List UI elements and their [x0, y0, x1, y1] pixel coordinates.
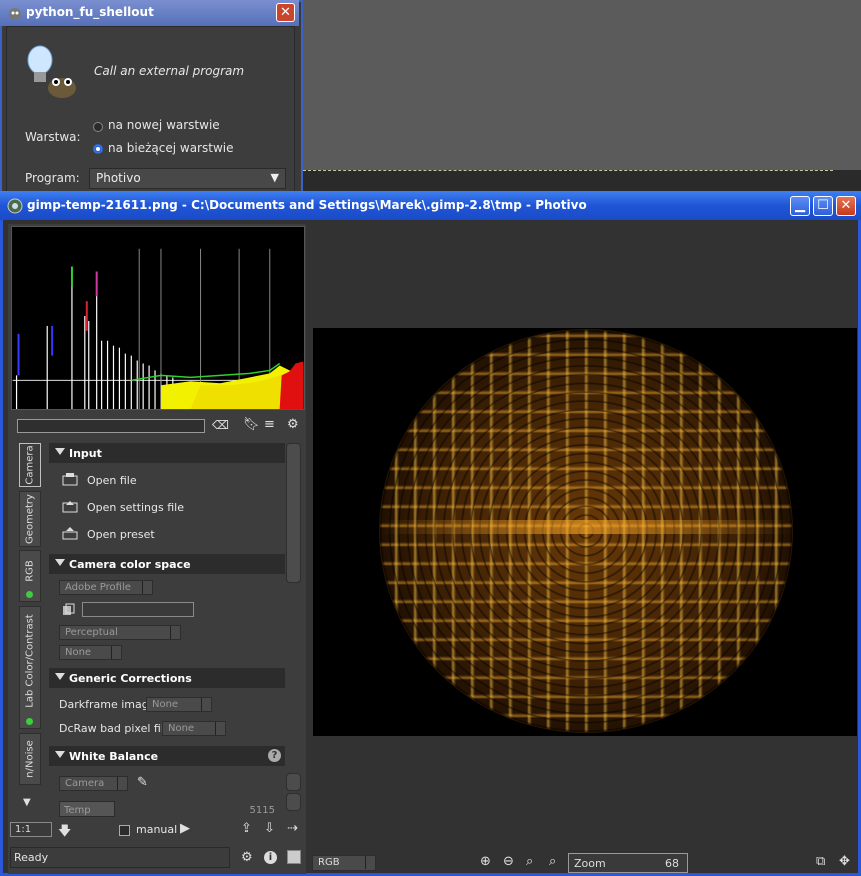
open-preset-button[interactable]: Open preset [87, 528, 155, 541]
bookmark-icon[interactable]: 🔖︎ [243, 417, 260, 432]
panel-scrollbar-thumb[interactable] [286, 443, 301, 583]
tab-camera[interactable]: Camera [19, 443, 41, 487]
menu-icon[interactable]: ≡ [264, 417, 275, 432]
badpixel-label: DcRaw bad pixel file [59, 722, 171, 735]
open-file-button[interactable]: Open file [87, 474, 137, 487]
rgb-active-indicator [26, 591, 33, 598]
zoom-100-icon[interactable]: ⌕ [549, 854, 556, 869]
selection-marquee [303, 170, 833, 172]
tab-eyecandy-noise[interactable]: n/Noise [19, 733, 41, 785]
scroll-down-button[interactable] [286, 793, 301, 811]
photivo-app-icon [7, 198, 23, 214]
gimp-canvas-strip [303, 170, 861, 192]
gamma-combo[interactable]: None [59, 645, 122, 660]
zoom-fit-icon[interactable]: ⌕ [526, 854, 533, 869]
preview-image-equator [380, 520, 792, 534]
zoom-label: Zoom [574, 857, 606, 870]
program-select-value: Photivo [96, 171, 141, 185]
open-file-icon [62, 473, 78, 486]
eyedropper-icon[interactable]: ✎ [137, 775, 148, 790]
gimp-dialog-title: python_fu_shellout [26, 5, 154, 19]
more-icon[interactable]: ⇢ [287, 821, 298, 836]
temp-slider[interactable]: Temp 5115 [59, 801, 283, 817]
open-settings-icon [62, 501, 78, 513]
zoom-field[interactable]: Zoom 68 [568, 853, 688, 873]
zoom-ratio-field[interactable]: 1:1 [10, 822, 52, 837]
gimp-dialog-close-button[interactable]: ✕ [276, 3, 295, 22]
filter-input[interactable] [17, 419, 205, 433]
tabs-scroll-down-icon[interactable]: ▼ [23, 797, 31, 808]
lab-active-indicator [26, 718, 33, 725]
status-bar: Ready [10, 847, 230, 868]
play-icon[interactable]: ▶ [180, 821, 190, 836]
profile-path-input[interactable] [82, 602, 194, 617]
save-icon[interactable]: ⇩ [264, 821, 275, 836]
tab-rgb[interactable]: RGB [19, 550, 41, 602]
zoom-out-icon[interactable]: ⊖ [503, 854, 514, 869]
plugin-description: Call an external program [94, 64, 245, 78]
open-preset-icon [62, 527, 78, 540]
clear-filter-icon[interactable]: ⌫ [212, 418, 229, 432]
zoom-in-icon[interactable]: ⊕ [480, 854, 491, 869]
tab-lab-color-contrast[interactable]: Lab Color/Contrast [19, 606, 41, 729]
arrow-down-icon[interactable]: 🡇︎ [58, 822, 71, 844]
gimp-icon [9, 8, 21, 20]
minimize-button[interactable]: ▁ [790, 196, 810, 216]
photivo-window-title: gimp-temp-21611.png - C:\Documents and S… [27, 198, 587, 212]
darkframe-label: Darkframe image [59, 698, 156, 711]
zoom-value: 68 [665, 857, 679, 870]
lightbulb-gimp-icon [27, 45, 76, 98]
section-white-balance-header[interactable]: White Balance ? [49, 746, 285, 766]
maximize-button[interactable]: ☐ [813, 196, 833, 216]
radio-current-layer-label[interactable]: na bieżącej warstwie [108, 141, 233, 155]
help-icon[interactable]: ? [268, 749, 281, 762]
darkframe-combo[interactable]: None [146, 697, 212, 712]
radio-current-layer[interactable] [93, 144, 103, 154]
layer-label: Warstwa: [25, 130, 81, 144]
color-profile-combo[interactable]: Adobe Profile [59, 580, 153, 595]
section-camera-color-space-header[interactable]: Camera color space [49, 554, 285, 574]
gear-icon[interactable]: ⚙ [287, 417, 299, 432]
section-generic-corrections-header[interactable]: Generic Corrections [49, 668, 285, 688]
color-mode-combo[interactable]: RGB [312, 855, 376, 871]
fullscreen-icon[interactable] [287, 850, 301, 864]
temp-value: 5115 [249, 805, 275, 816]
export-icon[interactable]: ⇪ [241, 821, 252, 836]
program-label: Program: [25, 171, 80, 185]
chevron-down-icon: ▼ [270, 171, 279, 184]
compare-icon[interactable]: ⧉ [816, 854, 825, 869]
program-select[interactable]: Photivo ▼ [89, 168, 286, 189]
scroll-up-button[interactable] [286, 773, 301, 791]
close-button[interactable]: ✕ [836, 196, 856, 216]
copy-icon[interactable] [62, 603, 75, 616]
radio-new-layer[interactable] [93, 122, 103, 132]
histogram [11, 226, 305, 410]
open-settings-file-button[interactable]: Open settings file [87, 501, 184, 514]
white-balance-mode-combo[interactable]: Camera [59, 776, 128, 791]
info-icon[interactable]: i [264, 851, 277, 864]
section-input-header[interactable]: Input [49, 443, 285, 463]
navigator-icon[interactable]: ✥ [839, 854, 850, 869]
rendering-intent-combo[interactable]: Perceptual [59, 625, 181, 640]
manual-label: manual [136, 823, 178, 836]
tab-geometry[interactable]: Geometry [19, 491, 41, 547]
radio-new-layer-label[interactable]: na nowej warstwie [108, 118, 220, 132]
badpixel-combo[interactable]: None [162, 721, 226, 736]
temp-label: Temp [64, 805, 91, 816]
settings-icon[interactable]: ⚙ [241, 850, 253, 865]
manual-checkbox[interactable] [119, 825, 130, 836]
